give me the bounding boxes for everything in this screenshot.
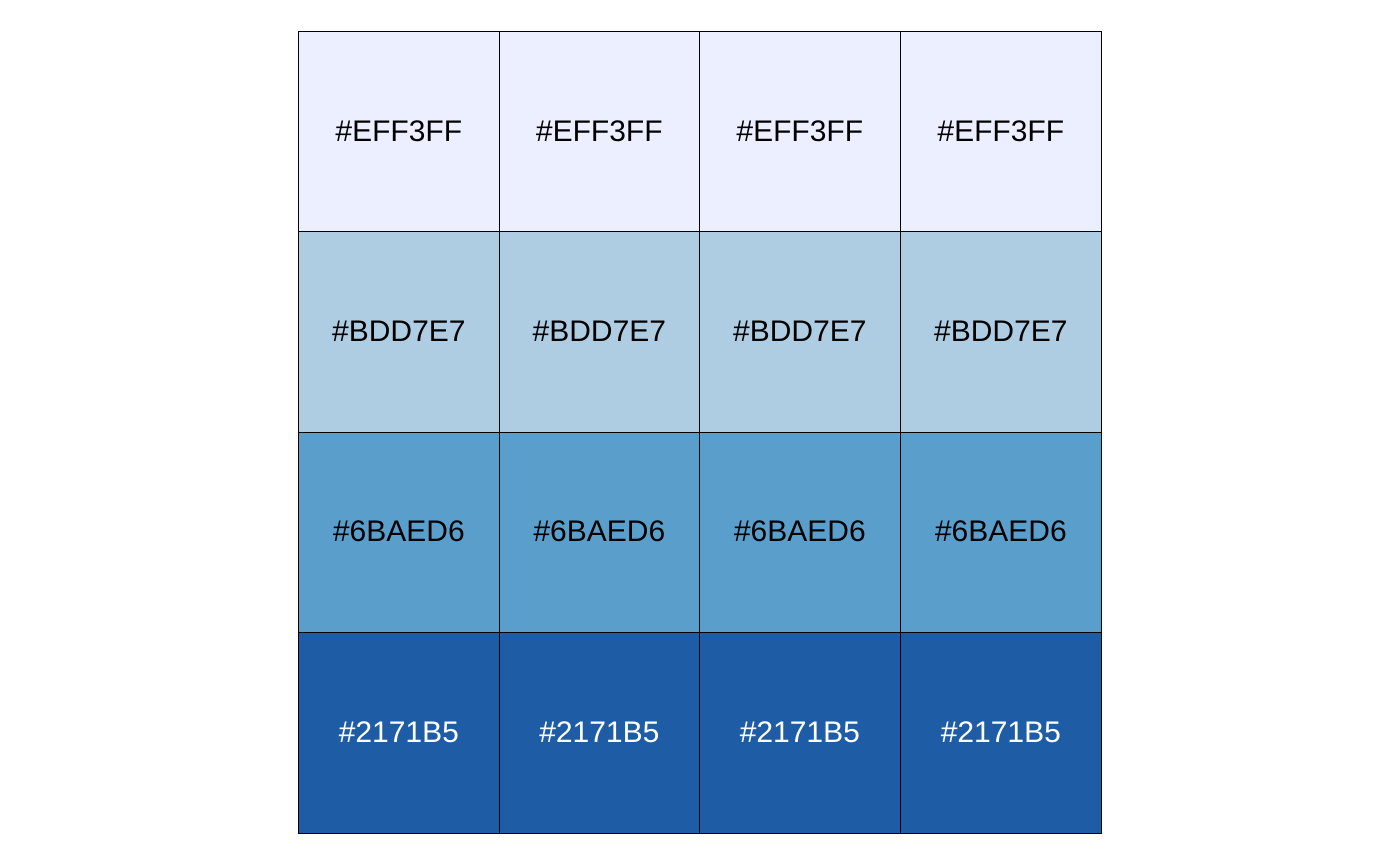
swatch-cell: #2171B5 [900,632,1101,833]
swatch-cell: #BDD7E7 [700,232,901,433]
swatch-cell: #6BAED6 [900,432,1101,633]
color-swatch-grid: #EFF3FF #EFF3FF #EFF3FF #EFF3FF #BDD7E7 #BDD7… [298,31,1102,834]
swatch-cell: #BDD7E7 [900,232,1101,433]
swatch-cell: #EFF3FF [299,32,500,233]
swatch-cell: #EFF3FF [700,32,901,233]
swatch-cell: #2171B5 [499,632,700,833]
swatch-cell: #BDD7E7 [499,232,700,433]
swatch-cell: #EFF3FF [900,32,1101,233]
swatch-cell: #6BAED6 [700,432,901,633]
swatch-cell: #EFF3FF [499,32,700,233]
swatch-cell: #BDD7E7 [299,232,500,433]
swatch-cell: #2171B5 [700,632,901,833]
swatch-cell: #6BAED6 [499,432,700,633]
swatch-cell: #2171B5 [299,632,500,833]
swatch-cell: #6BAED6 [299,432,500,633]
chart-canvas: #EFF3FF #EFF3FF #EFF3FF #EFF3FF #BDD7E7 #BDD7… [0,0,1400,866]
